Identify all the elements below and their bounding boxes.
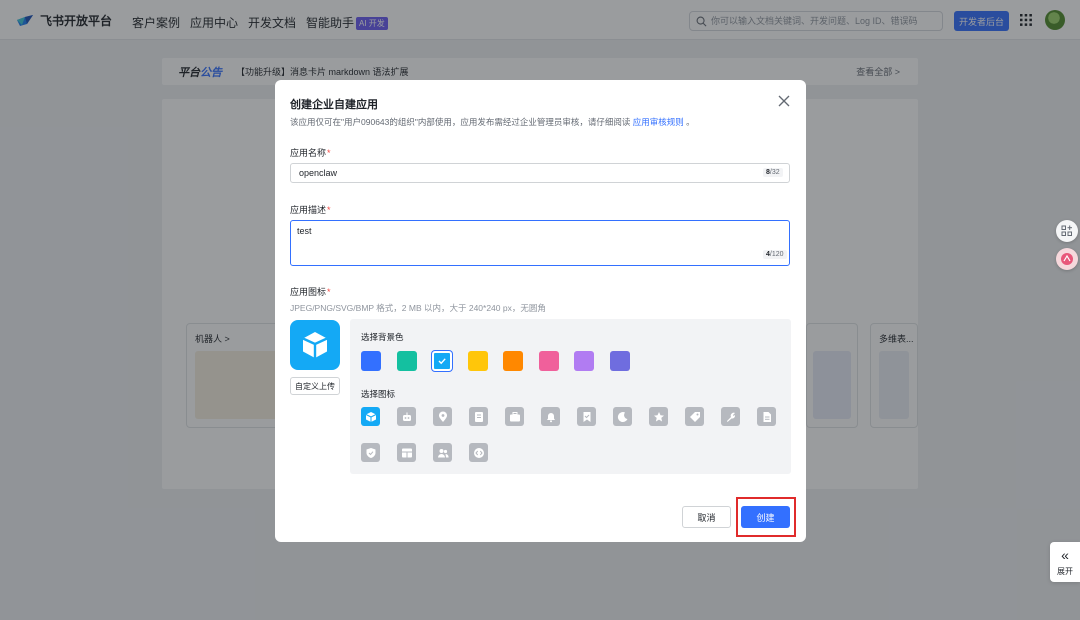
icon-choose-label: 选择图标 [361,389,396,399]
dialog-description-end: 。 [686,117,695,127]
create-app-dialog: 创建企业自建应用 该应用仅可在"用户090643的组织"内部使用，应用发布需经过… [275,80,806,542]
star-icon [653,411,664,421]
icon-picker-panel: 选择背景色 选择图标 [350,319,791,474]
app-name-input[interactable] [290,163,790,183]
box-icon [365,411,376,422]
shield-check-icon [366,447,375,458]
required-mark: * [327,287,331,297]
briefcase-icon [509,411,520,421]
app-desc-label: 应用描述* [290,203,331,216]
icon-option-tag[interactable] [685,407,704,426]
bookmark-check-icon [583,411,590,422]
app-desc-textarea[interactable]: test [290,220,790,266]
icon-option-bell[interactable] [541,407,560,426]
app-name-label: 应用名称* [290,146,331,159]
required-mark: * [327,205,331,215]
app-desc-max: /120 [769,251,784,258]
create-button-highlight [736,497,796,537]
app-desc-counter: 4/120 [763,250,787,259]
expand-label: 展开 [1057,566,1073,576]
close-icon[interactable] [777,94,791,108]
box-icon [302,332,328,358]
layout-icon [401,448,412,457]
icon-option-star[interactable] [649,407,668,426]
icon-option-wrench[interactable] [721,407,740,426]
icon-option-briefcase[interactable] [505,407,524,426]
bell-icon [546,412,555,422]
app-icon-label-text: 应用图标 [290,287,327,297]
dialog-title: 创建企业自建应用 [290,99,378,111]
color-swatch[interactable] [432,351,452,371]
location-pin-icon [438,411,447,422]
icon-option-shield-check[interactable] [361,443,380,462]
assistant-float-button[interactable] [1056,248,1078,270]
document-icon [474,411,483,422]
check-icon [438,358,446,365]
app-name-label-text: 应用名称 [290,148,327,158]
icon-option-box[interactable] [361,407,380,426]
bg-color-label: 选择背景色 [361,332,404,342]
icon-option-users[interactable] [433,443,452,462]
app-name-counter: 8/32 [763,168,783,177]
moon-icon [617,411,627,422]
code-icon [473,447,484,458]
color-swatch[interactable] [361,351,381,371]
icon-format-hint: JPEG/PNG/SVG/BMP 格式，2 MB 以内，大于 240*240 p… [290,303,546,313]
color-swatch[interactable] [538,351,559,371]
app-icon-label: 应用图标* [290,285,331,298]
icon-option-layout[interactable] [397,443,416,462]
file-text-icon [763,411,771,422]
users-icon [437,448,449,457]
feedback-float-button[interactable] [1056,220,1078,242]
custom-upload-button[interactable]: 自定义上传 [290,377,340,395]
icon-option-bookmark-check[interactable] [577,407,596,426]
grid-add-icon [1061,225,1072,236]
cancel-button[interactable]: 取消 [682,506,731,528]
icon-option-file-text[interactable] [757,407,776,426]
icon-option-location-pin[interactable] [433,407,452,426]
assistant-icon [1061,253,1073,265]
icon-option-document[interactable] [469,407,488,426]
color-swatch[interactable] [574,351,594,371]
dialog-description: 该应用仅可在"用户090643的组织"内部使用，应用发布需经过企业管理员审核，请… [290,116,695,128]
color-swatch[interactable] [609,351,630,371]
icon-option-code[interactable] [469,443,488,462]
color-swatch[interactable] [396,351,417,371]
double-chevron-left-icon: « [1061,546,1069,563]
dialog-description-text: 该应用仅可在"用户090643的组织"内部使用，应用发布需经过企业管理员审核，请… [290,117,631,127]
review-rules-link[interactable]: 应用审核规则 [633,117,684,127]
app-desc-label-text: 应用描述 [290,205,327,215]
expand-panel-button[interactable]: « 展开 [1050,542,1080,582]
app-name-max: /32 [769,169,780,176]
robot-icon [402,412,411,421]
icon-option-moon[interactable] [613,407,632,426]
required-mark: * [327,148,331,158]
color-swatch[interactable] [467,351,488,371]
wrench-icon [726,412,735,422]
app-icon-preview [290,320,340,370]
tag-icon [689,411,700,422]
color-swatch[interactable] [503,351,523,371]
icon-option-robot[interactable] [397,407,416,426]
